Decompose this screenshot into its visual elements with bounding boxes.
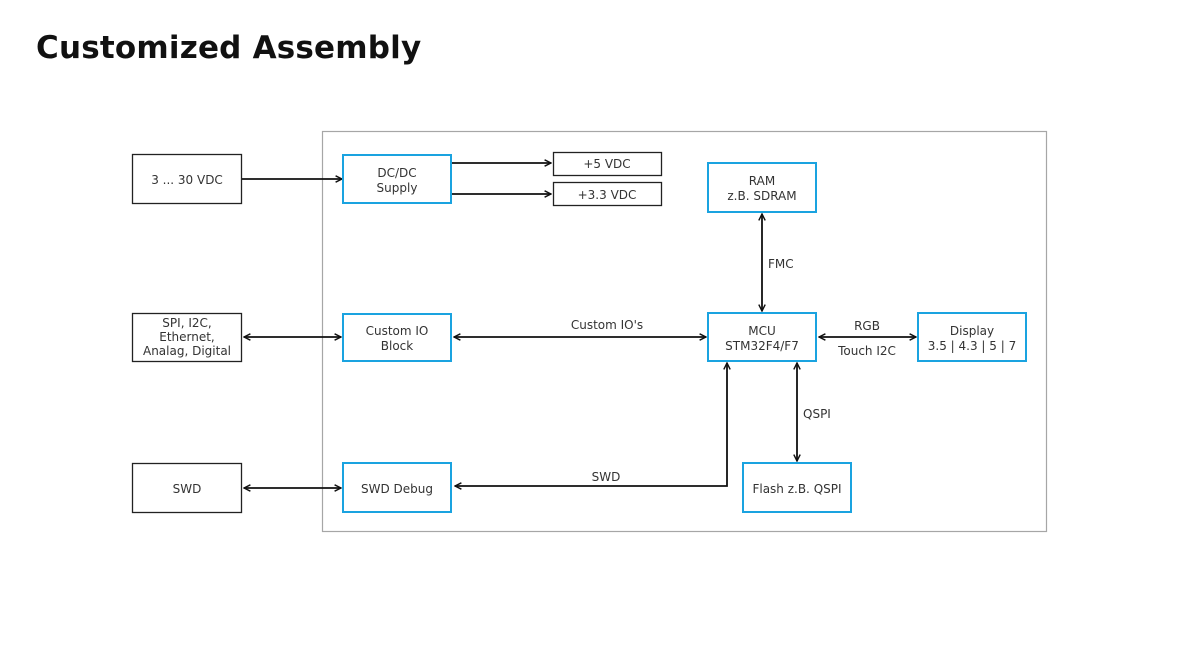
- block-label: Supply: [377, 181, 418, 195]
- block-io-interfaces: SPI, I2C, Ethernet, Analag, Digital: [131, 312, 243, 363]
- label-rgb: RGB: [854, 319, 880, 333]
- block-label: RAM: [749, 174, 775, 188]
- block-diagram: 3 ... 30 VDC SPI, I2C, Ethernet, Analag,…: [131, 130, 1048, 533]
- block-label: 3 ... 30 VDC: [151, 173, 223, 187]
- label-touch-i2c: Touch I2C: [837, 344, 896, 358]
- block-label: SWD: [173, 482, 202, 496]
- block-swd-external: SWD: [131, 462, 243, 514]
- block-label: MCU: [748, 324, 776, 338]
- label-swd: SWD: [592, 470, 621, 484]
- block-flash: Flash z.B. QSPI: [742, 462, 852, 513]
- label-custom-ios: Custom IO's: [571, 318, 643, 332]
- block-label: Analag, Digital: [143, 344, 231, 358]
- block-label: Custom IO: [366, 324, 429, 338]
- block-label: Flash z.B. QSPI: [752, 482, 841, 496]
- block-mcu: MCU STM32F4/F7: [707, 312, 817, 362]
- label-fmc: FMC: [768, 257, 794, 271]
- block-label: Block: [381, 339, 414, 353]
- block-display: Display 3.5 | 4.3 | 5 | 7: [917, 312, 1027, 362]
- block-swd-debug: SWD Debug: [342, 462, 452, 513]
- block-label: +3.3 VDC: [578, 188, 637, 202]
- block-power-input: 3 ... 30 VDC: [131, 153, 243, 205]
- block-output-3v3: +3.3 VDC: [552, 181, 663, 207]
- block-ram: RAM z.B. SDRAM: [707, 162, 817, 213]
- block-label: SPI, I2C,: [162, 316, 211, 330]
- block-output-5v: +5 VDC: [552, 151, 663, 177]
- block-label: SWD Debug: [361, 482, 433, 496]
- block-label: Display: [950, 324, 994, 338]
- block-custom-io: Custom IO Block: [342, 313, 452, 362]
- block-label: +5 VDC: [583, 157, 630, 171]
- block-dcdc-supply: DC/DC Supply: [342, 154, 452, 204]
- block-label: STM32F4/F7: [725, 339, 799, 353]
- label-qspi: QSPI: [803, 407, 831, 421]
- block-label: Ethernet,: [159, 330, 215, 344]
- block-label: z.B. SDRAM: [727, 189, 796, 203]
- connector-mcu-to-debug: [455, 363, 727, 486]
- block-label: 3.5 | 4.3 | 5 | 7: [928, 339, 1016, 353]
- block-label: DC/DC: [377, 166, 416, 180]
